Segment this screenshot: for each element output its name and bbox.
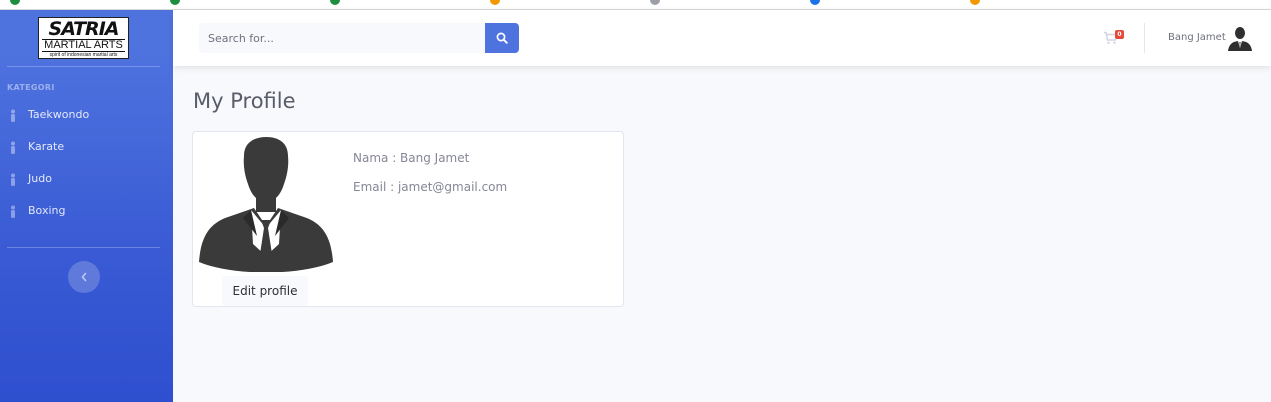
profile-card: Edit profile Nama : Bang Jamet Email : j… [192, 131, 624, 307]
cart-button[interactable]: 0 [1103, 28, 1127, 48]
sidebar-item-judo[interactable]: Judo [0, 166, 173, 194]
profile-avatar-icon [199, 137, 333, 272]
user-silhouette-icon[interactable] [1227, 25, 1253, 51]
sidebar-item-label: Boxing [28, 204, 66, 217]
edit-profile-button[interactable]: Edit profile [222, 276, 308, 306]
bookmark-favicon[interactable] [810, 0, 820, 5]
sidebar-heading: KATEGORI [7, 83, 55, 92]
bookmark-favicon[interactable] [330, 0, 340, 5]
bookmark-favicon[interactable] [170, 0, 180, 5]
person-icon [11, 109, 15, 122]
chevron-left-icon [81, 272, 87, 282]
sidebar-item-label: Karate [28, 140, 65, 153]
page-title: My Profile [193, 89, 296, 113]
sidebar-item-label: Taekwondo [28, 108, 90, 121]
profile-name: Nama : Bang Jamet [353, 151, 470, 165]
person-icon [11, 173, 15, 186]
search-input[interactable] [199, 23, 485, 53]
brand-logo-tagline: spirit of indonesian martial arts [49, 51, 118, 58]
user-name[interactable]: Bang Jamet [1168, 32, 1226, 43]
sidebar-item-label: Judo [28, 172, 52, 185]
person-icon [11, 205, 15, 218]
profile-email: Email : jamet@gmail.com [353, 180, 508, 194]
topbar-divider [1144, 23, 1145, 53]
sidebar-divider [7, 66, 160, 67]
browser-bookmark-strip [0, 0, 1271, 10]
bookmark-favicon[interactable] [490, 0, 500, 5]
brand-logo-title: SATRIA [48, 17, 120, 40]
sidebar: SATRIA MARTIAL ARTS spirit of indonesian… [0, 10, 173, 402]
brand-logo-subtitle: MARTIAL ARTS [42, 38, 125, 52]
person-icon [11, 141, 15, 154]
bookmark-favicon[interactable] [650, 0, 660, 5]
sidebar-item-taekwondo[interactable]: Taekwondo [0, 102, 173, 130]
bookmark-favicon[interactable] [970, 0, 980, 5]
sidebar-item-boxing[interactable]: Boxing [0, 198, 173, 226]
brand-logo[interactable]: SATRIA MARTIAL ARTS spirit of indonesian… [38, 17, 129, 59]
sidebar-item-karate[interactable]: Karate [0, 134, 173, 162]
search-button[interactable] [485, 23, 519, 53]
sidebar-divider [7, 247, 160, 248]
bookmark-favicon[interactable] [10, 0, 20, 5]
topbar: 0 Bang Jamet [173, 10, 1271, 66]
sidebar-toggle-button[interactable] [68, 261, 100, 293]
search-icon [496, 32, 508, 44]
cart-count-badge: 0 [1115, 30, 1124, 39]
